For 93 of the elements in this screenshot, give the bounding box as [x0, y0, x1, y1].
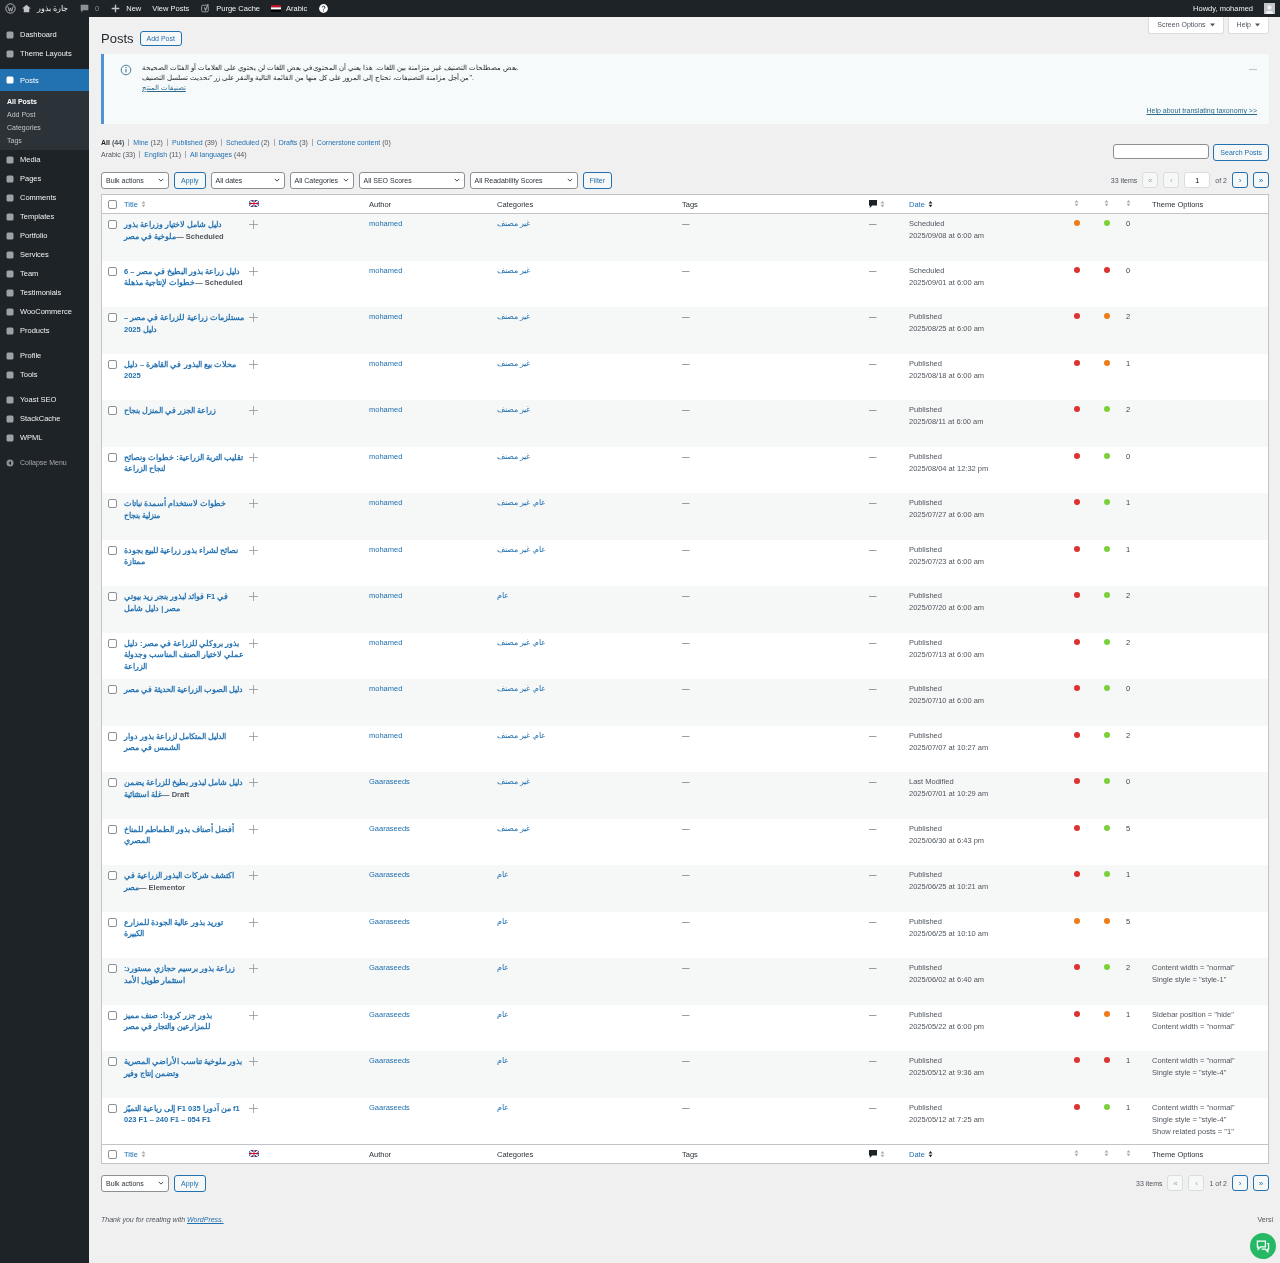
comment-icon: [869, 1150, 877, 1158]
menu-icon: [5, 369, 15, 380]
row-checkbox[interactable]: [108, 871, 117, 880]
sort-icon[interactable]: [927, 200, 933, 208]
menu-icon: [5, 350, 15, 361]
row-checkbox[interactable]: [108, 499, 117, 508]
chevron-icon: [342, 178, 349, 182]
caret-icon: [1255, 22, 1260, 27]
menu-icon: [5, 432, 15, 443]
menu-icon: [5, 413, 15, 424]
menu-icon: [5, 394, 15, 405]
menu-icon: [5, 192, 15, 203]
add-translation-icon[interactable]: [249, 499, 258, 508]
add-translation-icon[interactable]: [249, 220, 258, 229]
flag-icon: [249, 1149, 259, 1157]
select-all-checkbox[interactable]: [108, 199, 117, 209]
row-checkbox[interactable]: [108, 545, 117, 555]
add-translation-icon[interactable]: [249, 964, 258, 973]
row-checkbox[interactable]: [108, 359, 117, 369]
add-translation-icon[interactable]: [249, 359, 258, 369]
add-translation-icon[interactable]: [249, 685, 258, 694]
add-translation-icon[interactable]: [249, 313, 258, 322]
row-checkbox[interactable]: [108, 638, 117, 648]
menu-icon: [5, 48, 15, 59]
row-checkbox[interactable]: [108, 685, 117, 694]
dismiss-button[interactable]: —: [1249, 64, 1257, 73]
add-translation-icon[interactable]: [249, 592, 258, 601]
next-page-button[interactable]: ›: [1232, 1175, 1248, 1191]
add-translation-icon[interactable]: [249, 1057, 258, 1066]
menu-icon: [5, 287, 15, 298]
add-translation-icon[interactable]: [249, 545, 258, 555]
add-translation-icon[interactable]: [249, 406, 258, 415]
chevron-icon: [158, 178, 164, 182]
menu-icon: [5, 154, 15, 165]
collapse-icon: [5, 457, 15, 468]
flag-icon: [249, 199, 259, 207]
menu-icon: [5, 230, 15, 241]
row-checkbox[interactable]: [108, 1103, 117, 1113]
page-title: Posts: [101, 30, 134, 46]
row-checkbox[interactable]: [108, 778, 117, 787]
row-checkbox[interactable]: [108, 452, 117, 462]
add-translation-icon[interactable]: [249, 778, 258, 787]
add-translation-icon[interactable]: [249, 871, 258, 880]
caret-icon: [1209, 22, 1215, 27]
row-checkbox[interactable]: [108, 592, 117, 601]
plus-icon: [110, 3, 122, 14]
menu-icon: [5, 325, 15, 336]
add-translation-icon[interactable]: [249, 638, 258, 648]
add-translation-icon[interactable]: [249, 917, 258, 927]
wordpress-logo-icon[interactable]: [5, 3, 16, 14]
flag-icon: [271, 5, 282, 12]
menu-icon: [5, 249, 15, 260]
next-page-button[interactable]: ›: [1232, 172, 1248, 188]
row-checkbox[interactable]: [108, 731, 117, 741]
chevron-icon: [566, 178, 573, 182]
add-translation-icon[interactable]: [249, 1010, 258, 1020]
chat-button[interactable]: [1250, 1233, 1276, 1259]
add-translation-icon[interactable]: [249, 824, 258, 834]
chevron-icon: [158, 1181, 164, 1185]
add-translation-icon[interactable]: [249, 731, 258, 741]
add-translation-icon[interactable]: [249, 452, 258, 462]
menu-icon: [5, 75, 15, 85]
last-page-button[interactable]: »: [1253, 172, 1269, 188]
help-icon[interactable]: [318, 3, 330, 14]
chat-icon: [1255, 1238, 1271, 1254]
row-checkbox[interactable]: [108, 917, 117, 927]
row-checkbox[interactable]: [108, 824, 117, 834]
yoast-icon[interactable]: [200, 3, 212, 14]
comment-icon: [869, 200, 877, 208]
row-checkbox[interactable]: [108, 406, 117, 415]
row-checkbox[interactable]: [108, 964, 117, 973]
chevron-icon: [453, 178, 460, 182]
menu-icon: [5, 211, 15, 222]
row-checkbox[interactable]: [108, 1010, 117, 1020]
add-translation-icon[interactable]: [249, 266, 258, 276]
info-icon: [120, 64, 132, 76]
comment-icon: [79, 3, 91, 14]
chevron-icon: [273, 178, 280, 182]
avatar-icon[interactable]: [1264, 3, 1275, 14]
menu-icon: [5, 173, 15, 184]
last-page-button[interactable]: »: [1253, 1175, 1269, 1191]
sort-icon[interactable]: [927, 1150, 933, 1158]
row-checkbox[interactable]: [108, 1057, 117, 1066]
home-icon: [21, 3, 32, 14]
row-checkbox[interactable]: [108, 313, 117, 322]
menu-icon: [5, 306, 15, 317]
row-checkbox[interactable]: [108, 266, 117, 276]
add-translation-icon[interactable]: [249, 1103, 258, 1113]
menu-icon: [5, 268, 15, 279]
row-checkbox[interactable]: [108, 220, 117, 229]
menu-icon: [5, 29, 15, 40]
search-field[interactable]: [1113, 144, 1210, 159]
select-all-checkbox[interactable]: [108, 1149, 117, 1159]
